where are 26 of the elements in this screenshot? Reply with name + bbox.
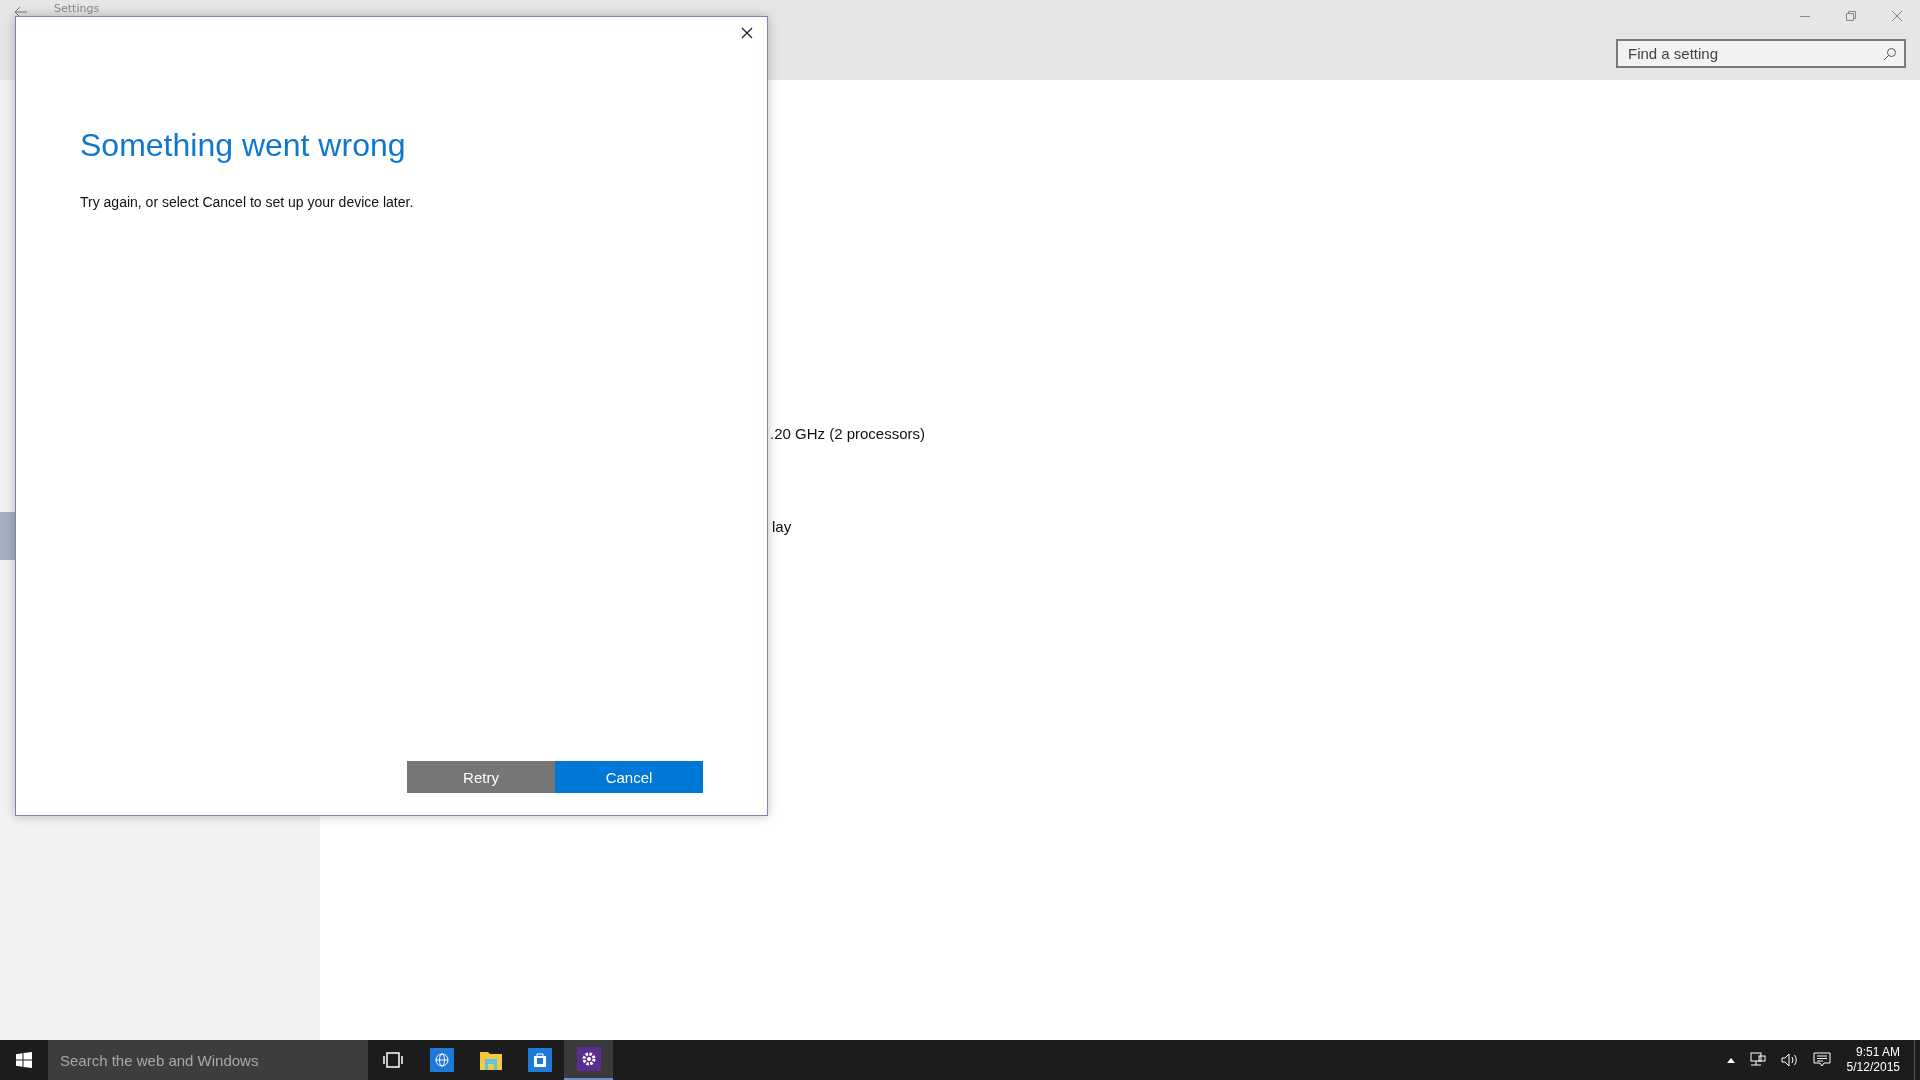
- window-title: Settings: [54, 2, 100, 16]
- retry-button[interactable]: Retry: [407, 761, 555, 793]
- back-arrow-icon[interactable]: [14, 6, 28, 18]
- message-icon[interactable]: [1812, 1052, 1831, 1068]
- caret-up-icon[interactable]: [1726, 1057, 1735, 1063]
- search-field[interactable]: Search the web and Windows: [48, 1040, 368, 1080]
- close-icon[interactable]: [741, 27, 753, 39]
- dialog-message: Try again, or select Cancel to set up your device later.: [80, 194, 415, 210]
- windows-logo-icon[interactable]: [16, 1052, 32, 1068]
- dialog-title: Something went wrong: [80, 127, 407, 164]
- gear-icon[interactable]: [576, 1047, 601, 1071]
- shopping-bag-icon[interactable]: [527, 1048, 552, 1072]
- info-text: .20 GHz (2 processors): [770, 425, 926, 442]
- taskbar-app[interactable]: [564, 1040, 613, 1080]
- globe-icon[interactable]: [429, 1048, 454, 1072]
- info-text: lay: [772, 518, 792, 535]
- clock-time: 9:51 AM: [1855, 1045, 1900, 1060]
- search-icon[interactable]: [1883, 47, 1897, 61]
- clock-date: 5/12/2015: [1846, 1060, 1900, 1075]
- cancel-button[interactable]: Cancel: [555, 761, 703, 793]
- restore-icon[interactable]: [1845, 10, 1857, 22]
- network-icon[interactable]: [1748, 1052, 1767, 1068]
- folder-icon[interactable]: [478, 1049, 503, 1071]
- volume-icon[interactable]: [1780, 1053, 1799, 1067]
- task-view-icon[interactable]: [382, 1052, 403, 1068]
- search-field[interactable]: Find a setting: [1616, 39, 1906, 68]
